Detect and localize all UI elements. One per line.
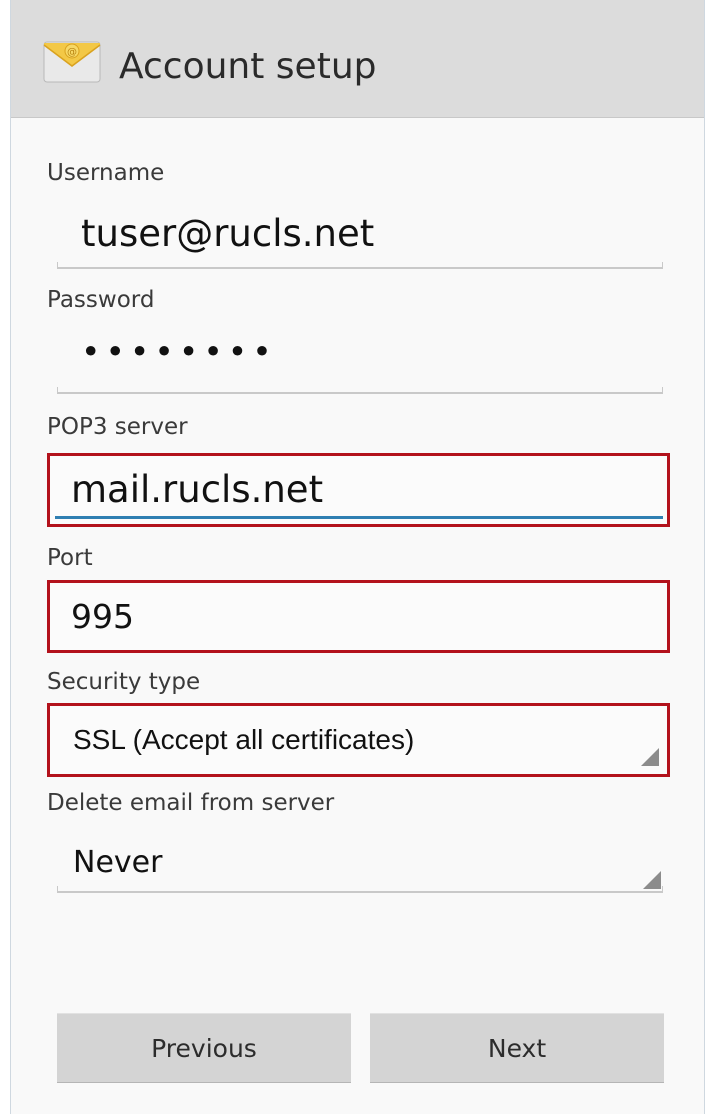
dropdown-corner-icon: [643, 871, 661, 889]
password-underline: [57, 387, 663, 394]
dropdown-corner-icon: [641, 748, 659, 766]
title-bar: @ Account setup: [11, 0, 704, 118]
pop3-server-label: POP3 server: [47, 414, 188, 440]
port-field[interactable]: 995: [71, 597, 134, 636]
username-label: Username: [47, 160, 165, 186]
account-setup-screen: @ Account setup Username tuser@rucls.net…: [10, 0, 705, 1114]
port-highlight: [47, 580, 670, 653]
previous-button[interactable]: Previous: [57, 1013, 351, 1083]
delete-email-label: Delete email from server: [47, 790, 335, 816]
delete-email-select[interactable]: Never: [73, 845, 162, 880]
username-field[interactable]: tuser@rucls.net: [81, 212, 374, 255]
security-type-select[interactable]: SSL (Accept all certificates): [73, 724, 414, 756]
delete-email-underline: [57, 886, 663, 893]
next-button[interactable]: Next: [370, 1013, 664, 1083]
port-label: Port: [47, 545, 93, 571]
username-underline: [57, 262, 663, 269]
pop3-server-field[interactable]: mail.rucls.net: [71, 468, 323, 511]
svg-text:@: @: [67, 47, 77, 58]
security-type-label: Security type: [47, 669, 201, 695]
email-app-icon: @: [43, 41, 101, 83]
password-label: Password: [47, 287, 155, 313]
pop3-server-focus-line: [55, 516, 663, 519]
page-title: Account setup: [119, 46, 377, 87]
password-field[interactable]: ••••••••: [81, 332, 277, 371]
